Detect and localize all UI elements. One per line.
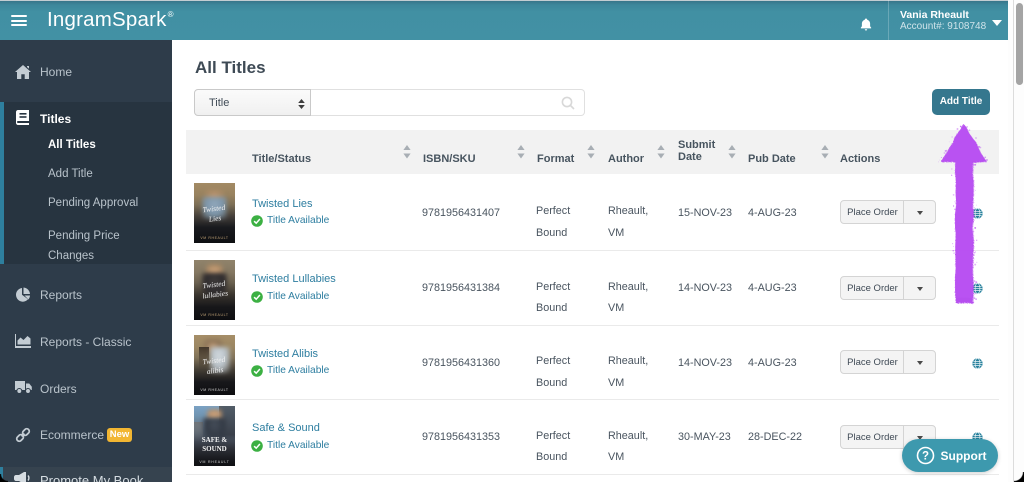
svg-text:?: ? — [922, 451, 929, 463]
